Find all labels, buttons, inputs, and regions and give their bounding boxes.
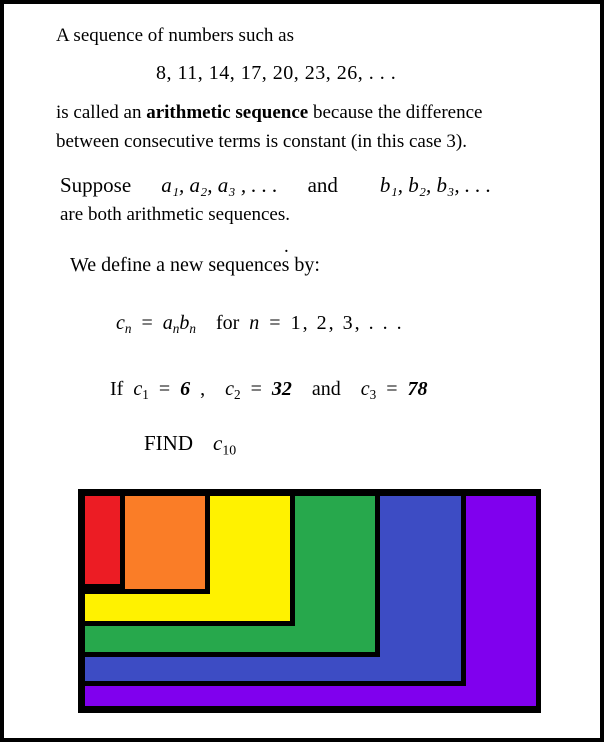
given-comma: , <box>200 378 206 400</box>
sequence-a-terms: a₁, a₂, a₃ , . . . <box>161 173 278 197</box>
formula-definition: cn = anbn for n = 1, 2, 3, . . . <box>116 312 404 337</box>
given-equals-2: = <box>250 378 262 400</box>
region-yellow-divider-bottom <box>85 621 295 626</box>
definition-suffix: because the difference <box>308 102 483 123</box>
given-c3-value: 78 <box>407 378 428 400</box>
define-new-line: We define a new sequences by: <box>70 254 320 276</box>
given-equals-3: = <box>386 378 398 400</box>
given-c1: c <box>133 378 143 400</box>
sequence-b-terms: b₁, b₂, b₃, . . . <box>379 173 492 197</box>
given-c1-value: 6 <box>180 378 191 400</box>
given-c2-subscript: 2 <box>233 387 241 403</box>
region-orange-divider-bottom <box>85 589 210 594</box>
given-c2-value: 32 <box>271 378 292 400</box>
formula-equals-2: = <box>269 312 281 334</box>
formula-c: c <box>116 312 125 334</box>
definition-line-2: between consecutive terms is constant (i… <box>56 131 468 152</box>
region-blue-divider-right <box>461 496 466 681</box>
slide-page: A sequence of numbers such as 8, 11, 14,… <box>0 0 604 742</box>
given-c1-subscript: 1 <box>142 387 149 403</box>
formula-b: b <box>179 312 190 334</box>
region-green-divider-bottom <box>85 652 380 657</box>
region-red <box>85 496 120 584</box>
region-yellow-divider-right <box>290 496 295 621</box>
suppose-line: Suppose a₁, a₂, a₃ , . . . and b₁, b₂, b₃, … <box>60 173 492 197</box>
definition-line-1: is called an arithmetic sequence because… <box>56 102 483 124</box>
find-c: c <box>213 431 223 455</box>
suppose-word: Suppose <box>60 173 132 197</box>
find-word: FIND <box>144 431 194 455</box>
example-sequence: 8, 11, 14, 17, 20, 23, 26, . . . <box>156 62 397 84</box>
given-c3: c <box>360 378 370 400</box>
formula-equals-1: = <box>141 312 153 334</box>
formula-a: a <box>162 312 173 334</box>
arithmetic-sequence-term: arithmetic sequence <box>146 102 309 123</box>
region-blue-divider-bottom <box>85 681 466 686</box>
given-c3-subscript: 3 <box>369 387 377 403</box>
given-values-line: If c1 = 6, c2 = 32 and c3 = 78 <box>110 378 428 403</box>
find-c-subscript: 10 <box>222 442 237 458</box>
nested-gnomon-figure <box>78 489 541 713</box>
given-c2: c <box>225 378 234 400</box>
region-orange-divider-right <box>205 496 210 589</box>
region-red-divider-bottom <box>85 584 125 589</box>
formula-c-subscript: n <box>124 321 132 337</box>
and-word-2: and <box>311 378 341 400</box>
definition-prefix: is called an <box>56 102 147 123</box>
intro-text: A sequence of numbers such as <box>56 25 294 46</box>
given-equals-1: = <box>158 378 171 400</box>
if-word: If <box>110 378 124 400</box>
formula-n: n <box>249 312 260 334</box>
both-arithmetic-line: are both arithmetic sequences. <box>60 204 291 225</box>
for-word: for <box>215 312 240 334</box>
prose-block: A sequence of numbers such as 8, 11, 14,… <box>4 4 600 474</box>
and-word-1: and <box>307 173 338 197</box>
region-green-divider-right <box>375 496 380 652</box>
find-instruction: FIND c10 <box>144 431 237 458</box>
region-red-divider-right <box>120 496 125 584</box>
formula-index-list: 1, 2, 3, . . . <box>290 312 404 334</box>
formula-b-subscript: n <box>189 321 196 337</box>
